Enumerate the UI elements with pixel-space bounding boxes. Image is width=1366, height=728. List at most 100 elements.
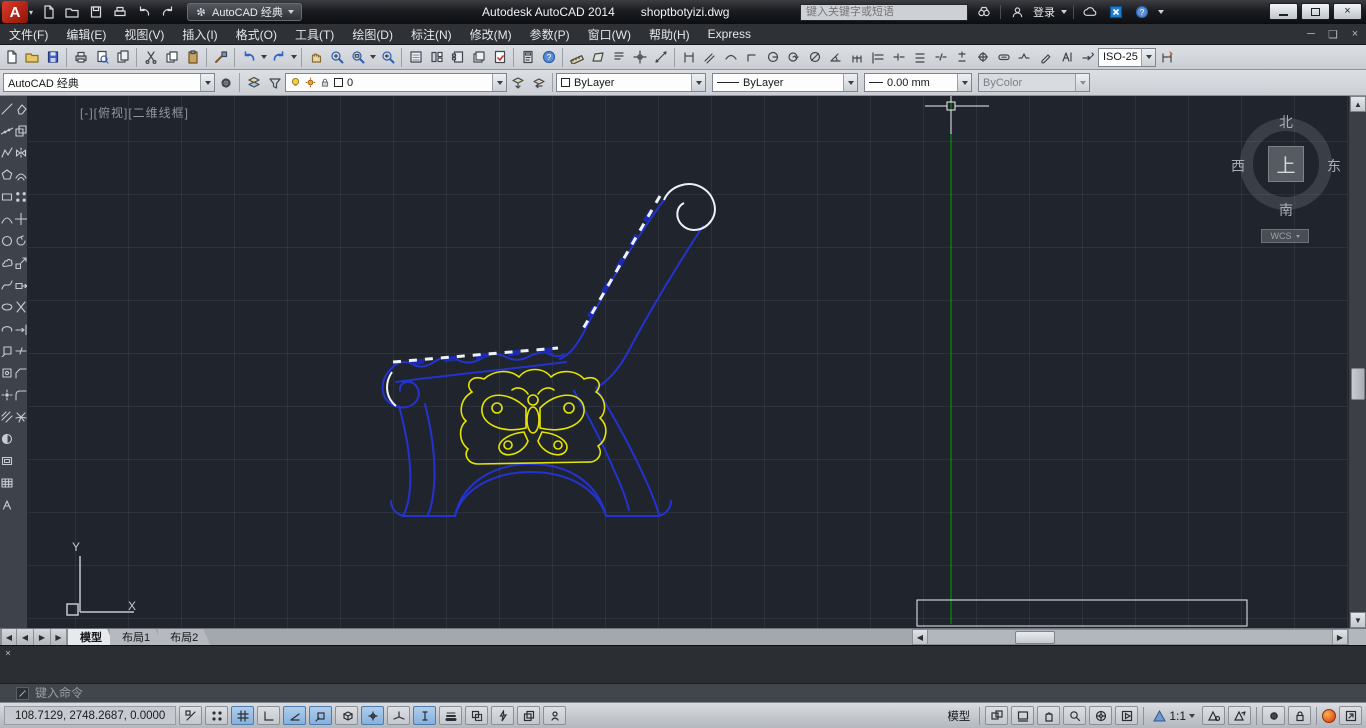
region-tool[interactable]: [0, 450, 14, 472]
dim-continue-button[interactable]: [888, 47, 909, 67]
polyline-tool[interactable]: [0, 142, 14, 164]
workspace-combo-arrow-icon[interactable]: [200, 74, 214, 91]
menu-file[interactable]: 文件(F): [0, 24, 57, 44]
tab-layout1[interactable]: 布局1: [110, 629, 162, 645]
coordinate-readout[interactable]: 108.7129, 2748.2687, 0.0000: [4, 706, 177, 725]
menu-insert[interactable]: 插入(I): [173, 24, 226, 44]
dim-aligned-button[interactable]: [699, 47, 720, 67]
zoom-window-button[interactable]: [347, 47, 368, 67]
plot-preview-button[interactable]: [91, 47, 112, 67]
make-object-layer-current-button[interactable]: [507, 73, 528, 93]
selection-rectangle[interactable]: [916, 599, 1248, 627]
quick-properties-toggle[interactable]: [491, 706, 515, 725]
distance-tool-button[interactable]: [650, 47, 671, 67]
rectangle-tool[interactable]: [0, 186, 14, 208]
dim-style-combo[interactable]: ISO-25: [1098, 47, 1156, 67]
measure-tool-button[interactable]: [566, 47, 587, 67]
linetype-combo[interactable]: ByLayer: [712, 73, 858, 92]
fillet-tool[interactable]: [14, 384, 28, 406]
tab-nav-prev-button[interactable]: ◀: [17, 629, 34, 645]
undo-button[interactable]: [238, 47, 259, 67]
3d-object-snap-toggle[interactable]: [335, 706, 359, 725]
dim-edit-button[interactable]: [1035, 47, 1056, 67]
bench-ornament[interactable]: [459, 368, 607, 465]
dim-baseline-button[interactable]: [867, 47, 888, 67]
layer-filter-button[interactable]: [264, 73, 285, 93]
copy-tool[interactable]: [14, 120, 28, 142]
color-combo[interactable]: ByLayer: [556, 73, 706, 92]
tab-nav-first-button[interactable]: ◀: [0, 629, 17, 645]
dim-center-mark-button[interactable]: [972, 47, 993, 67]
mdi-minimize-button[interactable]: ─: [1304, 28, 1318, 40]
scroll-up-button[interactable]: ▲: [1350, 96, 1366, 112]
quick-view-layouts-button[interactable]: [985, 706, 1009, 725]
search-icon[interactable]: [974, 3, 994, 21]
quick-view-drawings-button[interactable]: [1011, 706, 1035, 725]
clean-screen-button[interactable]: [1339, 706, 1362, 725]
qat-save-button[interactable]: [85, 2, 107, 22]
vertical-scroll-thumb[interactable]: [1351, 368, 1365, 400]
layer-properties-button[interactable]: [243, 73, 264, 93]
line-tool[interactable]: [0, 98, 14, 120]
workspace-switcher[interactable]: AutoCAD 经典: [187, 3, 302, 21]
signin-arrow-icon[interactable]: [1061, 10, 1067, 14]
dim-tolerance-button[interactable]: [951, 47, 972, 67]
cut-button[interactable]: [140, 47, 161, 67]
layer-previous-button[interactable]: [528, 73, 549, 93]
command-close-icon[interactable]: ×: [5, 649, 11, 659]
redo-dropdown-icon[interactable]: [289, 47, 298, 67]
gradient-tool[interactable]: [0, 428, 14, 450]
arc-tool[interactable]: [0, 208, 14, 230]
app-menu-arrow-icon[interactable]: ▾: [29, 8, 33, 17]
menu-help[interactable]: 帮助(H): [640, 24, 699, 44]
extend-tool[interactable]: [14, 318, 28, 340]
help-arrow-icon[interactable]: [1158, 10, 1164, 14]
mdi-restore-button[interactable]: ❏: [1326, 28, 1340, 41]
steering-wheel-button[interactable]: [1089, 706, 1113, 725]
spline-tool[interactable]: [0, 274, 14, 296]
menu-express[interactable]: Express: [699, 24, 760, 44]
workspace-switching-button[interactable]: [1262, 706, 1285, 725]
wcs-menu[interactable]: WCS: [1261, 229, 1309, 243]
dim-text-edit-button[interactable]: [1056, 47, 1077, 67]
array-tool[interactable]: [14, 186, 28, 208]
point-tool[interactable]: [0, 384, 14, 406]
dim-radius-button[interactable]: [762, 47, 783, 67]
layer-combo[interactable]: 0: [285, 73, 507, 92]
multiline-text-tool[interactable]: [0, 494, 14, 516]
drawing-canvas[interactable]: Y X [-][俯视][二维线框] 北 南 西 东 上 WCS: [28, 96, 1348, 628]
scroll-left-button[interactable]: ◀: [912, 629, 928, 645]
markup-set-manager-button[interactable]: [489, 47, 510, 67]
area-tool-button[interactable]: [587, 47, 608, 67]
transparency-toggle[interactable]: [465, 706, 489, 725]
erase-tool[interactable]: [14, 98, 28, 120]
annotation-monitor-toggle[interactable]: [543, 706, 567, 725]
lineweight-combo-arrow-icon[interactable]: [957, 74, 971, 91]
horizontal-scroll-track[interactable]: [928, 629, 1332, 645]
dim-style-manager-button[interactable]: [1156, 47, 1177, 67]
qat-plot-button[interactable]: [109, 2, 131, 22]
dim-quick-button[interactable]: [846, 47, 867, 67]
tab-model[interactable]: 模型: [68, 629, 114, 645]
rotate-tool[interactable]: [14, 230, 28, 252]
insert-block-tool[interactable]: [0, 340, 14, 362]
snap-toggle[interactable]: [205, 706, 229, 725]
color-combo-arrow-icon[interactable]: [691, 74, 705, 91]
table-tool[interactable]: [0, 472, 14, 494]
save-button[interactable]: [42, 47, 63, 67]
dim-linear-button[interactable]: [678, 47, 699, 67]
revision-cloud-tool[interactable]: [0, 252, 14, 274]
ortho-toggle[interactable]: [257, 706, 281, 725]
menu-window[interactable]: 窗口(W): [579, 24, 640, 44]
qat-undo-button[interactable]: [133, 2, 155, 22]
dynamic-input-toggle[interactable]: [413, 706, 437, 725]
zoom-dropdown-icon[interactable]: [368, 47, 377, 67]
bench-highlight-edges[interactable]: [386, 183, 716, 407]
compass-west[interactable]: 西: [1228, 156, 1248, 176]
designcenter-button[interactable]: [426, 47, 447, 67]
infocenter-search-input[interactable]: [800, 3, 968, 21]
dim-style-arrow-icon[interactable]: [1141, 48, 1155, 66]
workspace-combo[interactable]: AutoCAD 经典: [3, 73, 215, 92]
pan-button[interactable]: [305, 47, 326, 67]
move-tool[interactable]: [14, 208, 28, 230]
